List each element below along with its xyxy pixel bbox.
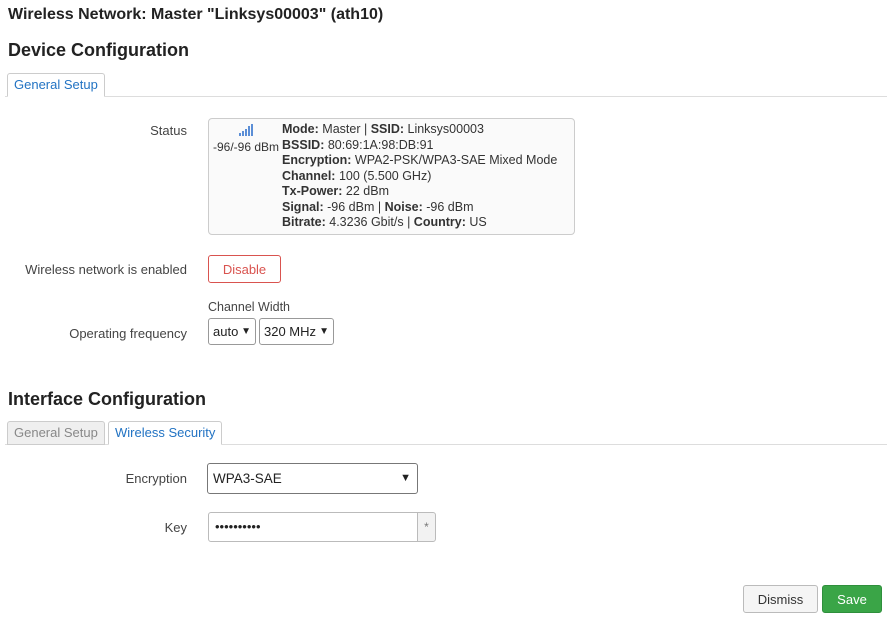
- device-config-title: Device Configuration: [8, 40, 190, 60]
- signal-bars-icon: [239, 124, 255, 136]
- chevron-down-icon: ▼: [319, 326, 329, 337]
- disable-button[interactable]: Disable: [208, 255, 281, 283]
- status-label: Status: [150, 123, 187, 138]
- enabled-label: Wireless network is enabled: [25, 262, 187, 277]
- signal-text: -96/-96 dBm: [213, 140, 280, 154]
- channel-width-label: Channel Width: [208, 300, 290, 314]
- key-input[interactable]: ••••••••••: [208, 512, 418, 542]
- chevron-down-icon: ▼: [400, 472, 411, 484]
- status-line-signal: Signal: -96 dBm | Noise: -96 dBm: [282, 199, 474, 214]
- operating-frequency-label: Operating frequency: [69, 326, 187, 341]
- band-select-value: auto: [213, 324, 239, 339]
- page-title: Wireless Network: Master "Linksys00003" …: [8, 6, 384, 23]
- band-select[interactable]: auto ▼: [208, 318, 256, 345]
- tab-wireless-security[interactable]: Wireless Security: [108, 421, 223, 445]
- tab-general-setup[interactable]: General Setup: [7, 73, 105, 97]
- encryption-select[interactable]: WPA3-SAE ▼: [207, 463, 418, 494]
- encryption-select-value: WPA3-SAE: [213, 471, 282, 486]
- status-line-bssid: BSSID: 80:69:1A:98:DB:91: [282, 137, 434, 152]
- tab-general-setup[interactable]: General Setup: [7, 421, 105, 445]
- interface-config-tabbar: General Setup Wireless Security: [5, 421, 887, 445]
- encryption-label: Encryption: [125, 471, 187, 486]
- chevron-down-icon: ▼: [241, 326, 251, 337]
- save-button[interactable]: Save: [822, 585, 882, 613]
- status-line-encryption: Encryption: WPA2-PSK/WPA3-SAE Mixed Mode: [282, 153, 558, 167]
- device-config-tabbar: General Setup: [5, 73, 887, 97]
- status-line-bitrate: Bitrate: 4.3236 Gbit/s | Country: US: [282, 215, 487, 229]
- status-details: Mode: Master | SSID: Linksys00003 BSSID:…: [282, 122, 557, 231]
- status-line-txpower: Tx-Power: 22 dBm: [282, 184, 389, 198]
- key-label: Key: [164, 520, 187, 535]
- width-select-value: 320 MHz: [264, 324, 317, 339]
- width-select[interactable]: 320 MHz ▼: [259, 318, 334, 345]
- status-line-mode: Mode: Master | SSID: Linksys00003: [282, 122, 484, 136]
- status-box: -96/-96 dBm Mode: Master | SSID: Linksys…: [208, 118, 575, 235]
- status-line-channel: Channel: 100 (5.500 GHz): [282, 168, 432, 183]
- dismiss-button[interactable]: Dismiss: [743, 585, 818, 613]
- interface-config-title: Interface Configuration: [8, 389, 207, 409]
- asterisk-icon[interactable]: *: [417, 512, 436, 542]
